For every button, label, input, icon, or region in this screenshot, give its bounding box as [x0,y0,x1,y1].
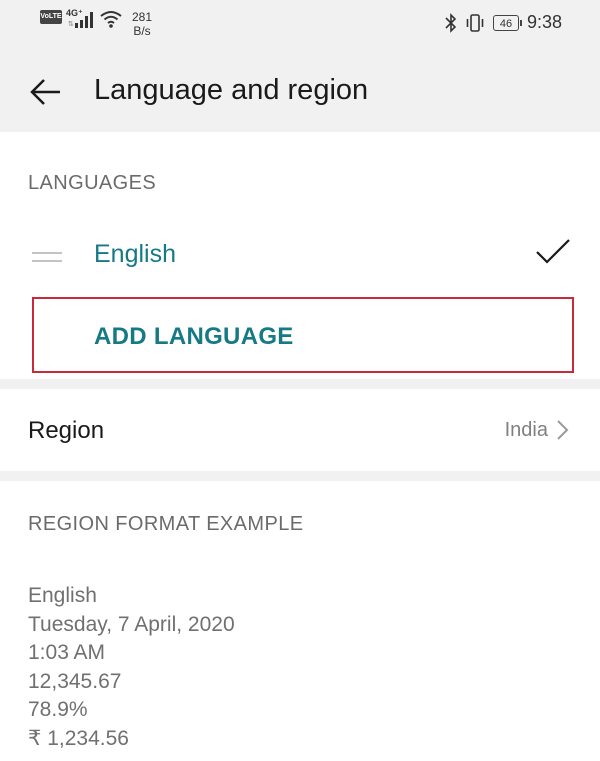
example-number: 12,345.67 [28,669,122,693]
example-date: Tuesday, 7 April, 2020 [28,612,235,636]
languages-card: LANGUAGES English ADD LANGUAGE [0,132,600,379]
vibrate-icon [466,13,484,32]
region-format-card: REGION FORMAT EXAMPLE English Tuesday, 7… [0,481,600,761]
battery-icon: 46 [492,14,522,31]
clock: 9:38 [526,12,562,32]
region-row[interactable]: Region India [0,389,600,471]
checkmark-icon [536,239,570,264]
example-currency: ₹ 1,234.56 [28,726,129,750]
region-format-example: English Tuesday, 7 April, 2020 1:03 AM 1… [28,582,235,753]
bluetooth-icon [445,12,457,33]
example-time: 1:03 AM [28,641,106,664]
wifi-icon [100,11,122,28]
status-bar: VoLTE 4G⁺ ⇅ 281 B/s 46 9:38 [0,0,600,48]
drag-handle-icon[interactable] [32,252,62,264]
language-label: English [94,240,176,268]
region-format-header: REGION FORMAT EXAMPLE [28,513,304,535]
speed-value: 281 [132,10,153,24]
speed-unit: B/s [133,24,151,38]
back-arrow-icon[interactable] [28,74,64,110]
add-language-label: ADD LANGUAGE [94,323,294,350]
chevron-right-icon [557,420,569,440]
page-title: Language and region [94,74,369,106]
signal-icon [75,12,93,28]
example-percent: 78.9% [28,698,88,721]
network-speed: 281 B/s [132,10,152,38]
example-language: English [28,584,97,607]
data-activity-icon: ⇅ [68,21,74,28]
add-language-button[interactable]: ADD LANGUAGE [32,297,574,373]
app-bar: Language and region [0,48,600,132]
network-indicator: 4G⁺ ⇅ [66,8,94,32]
region-value: India [504,419,548,441]
volte-badge: VoLTE [40,10,62,24]
languages-header: LANGUAGES [28,172,157,194]
region-label: Region [28,417,105,444]
